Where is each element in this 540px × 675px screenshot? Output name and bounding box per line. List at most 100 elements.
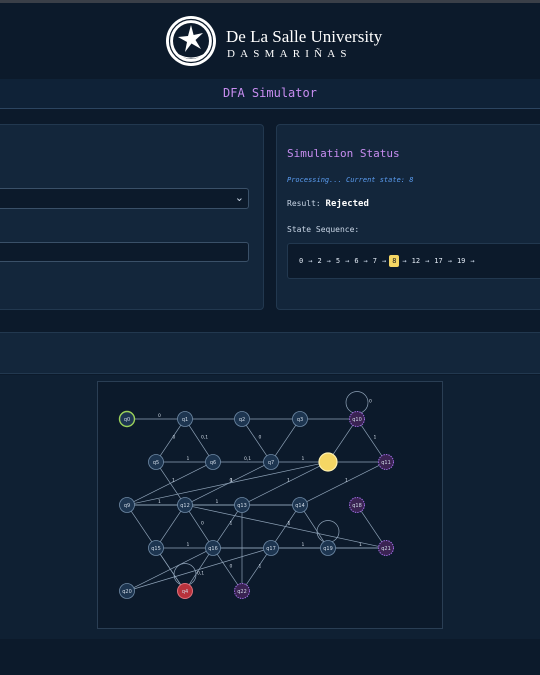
state-label: q12 [180,503,190,509]
edge-label: 1 [216,499,219,505]
arrow-right-icon: → [381,257,387,265]
transition-edge [306,465,380,502]
state-label: q6 [210,460,216,466]
edge-label: 0 [369,399,372,405]
state-label: q1 [182,417,188,423]
state-label: q2 [239,417,245,423]
edge-label: 0,1 [244,456,251,462]
state-label: q18 [352,503,362,509]
edge-label: 1 [187,456,190,462]
arrow-right-icon: → [363,257,368,265]
dfa-select[interactable]: ⌄ [0,188,249,209]
transition-edge [134,549,264,590]
sequence-state: 6 [354,257,359,265]
arrow-right-icon: → [308,257,313,265]
site-header: De La Salle University DASMARIÑAS [0,3,540,79]
state-sequence-list: 0 → 2 → 5 → 6 → 7 → 8 → 12 → 17 → 19 → [297,255,478,267]
self-loop-edge [316,520,340,543]
state-label: q11 [381,460,391,466]
edge-label: 1 [302,542,305,548]
campus-name: DASMARIÑAS [227,48,352,60]
graph-toolbar-band [0,332,540,374]
input-panel: ⌄ [0,124,264,310]
transition-edge [159,425,182,456]
edge-label: 1 [187,542,190,548]
transition-edge [133,551,207,588]
transition-edge [245,554,268,585]
transition-edge [188,425,210,456]
state-label: q14 [295,503,305,509]
state-label: q9 [124,503,130,509]
edge-label: 1 [302,456,305,462]
arrow-right-icon: → [402,257,407,265]
state-label: q10 [352,417,362,423]
self-loop-edge [173,563,197,586]
input-string-field[interactable] [0,242,249,262]
chevron-down-icon: ⌄ [234,192,244,204]
state-label: q3 [297,417,303,423]
transition-edge [192,506,379,547]
sequence-state: 12 [411,257,421,265]
edge-label: 0 [173,435,176,441]
state-label: q7 [268,460,274,466]
edge-label: 0 [230,478,233,484]
footer [0,639,540,675]
title-bar: DFA Simulator [0,79,540,109]
result-line: Result: Rejected [287,199,369,209]
state-label: q13 [237,503,247,509]
sequence-state: 7 [372,257,377,265]
sequence-state: 0 [299,257,304,265]
state-label: q4 [182,589,188,595]
arrow-right-icon: → [425,257,430,265]
university-name: De La Salle University [226,27,383,46]
edge-label: 0 [259,435,262,441]
state-label: q22 [237,589,247,595]
page-title: DFA Simulator [223,86,317,100]
transition-edge [360,511,383,542]
edge-label: 1 [230,521,233,527]
sequence-state: 17 [434,257,443,265]
edge-label: 0,1 [197,571,204,577]
arrow-right-icon: → [326,257,331,265]
transition-edge [360,425,383,456]
state-node-q8[interactable] [318,452,338,472]
arrow-right-icon: → [470,257,475,265]
sequence-label: State Sequence: [287,225,360,234]
processing-text: Processing... Current state: 8 [287,176,414,184]
state-label: q20 [122,589,132,595]
edge-label: 0,1 [201,435,208,441]
arrow-right-icon: → [345,257,350,265]
self-loop-edge [345,391,369,414]
sequence-state: 2 [317,257,322,265]
dfa-graph-canvas: 00100,1010,11110101110111110,1101q0q1q2q… [118,391,394,599]
state-label: q15 [151,546,161,552]
edge-label: 1 [287,478,290,484]
transition-edge [133,465,207,502]
transition-edge [303,511,325,542]
status-title: Simulation Status [287,147,400,160]
transition-edge [188,511,210,542]
edge-label: 1 [158,499,161,505]
sequence-state: 19 [456,257,466,265]
state-label: q19 [323,546,333,552]
state-label: q5 [153,460,159,466]
edge-label: 1 [259,564,262,570]
transition-edge [248,465,322,502]
transition-edge [274,425,297,456]
result-label: Result: [287,199,321,208]
simulation-status-panel: Simulation Status Processing... Current … [276,124,540,310]
sequence-state: 8 [389,255,400,267]
state-label: q16 [208,546,218,552]
edge-label: 1 [345,478,348,484]
transition-edge [245,425,268,456]
result-value: Rejected [325,199,369,209]
edge-label: 1 [288,521,291,527]
edge-label: 0 [158,413,161,419]
transition-edge [134,463,321,504]
edge-label: 0 [201,521,204,527]
dfa-graph: 00100,1010,11110101110111110,1101q0q1q2q… [97,381,443,629]
state-label: q21 [381,546,391,552]
university-seal-icon [166,16,216,66]
sequence-state: 5 [335,257,341,265]
arrow-right-icon: → [447,257,452,265]
